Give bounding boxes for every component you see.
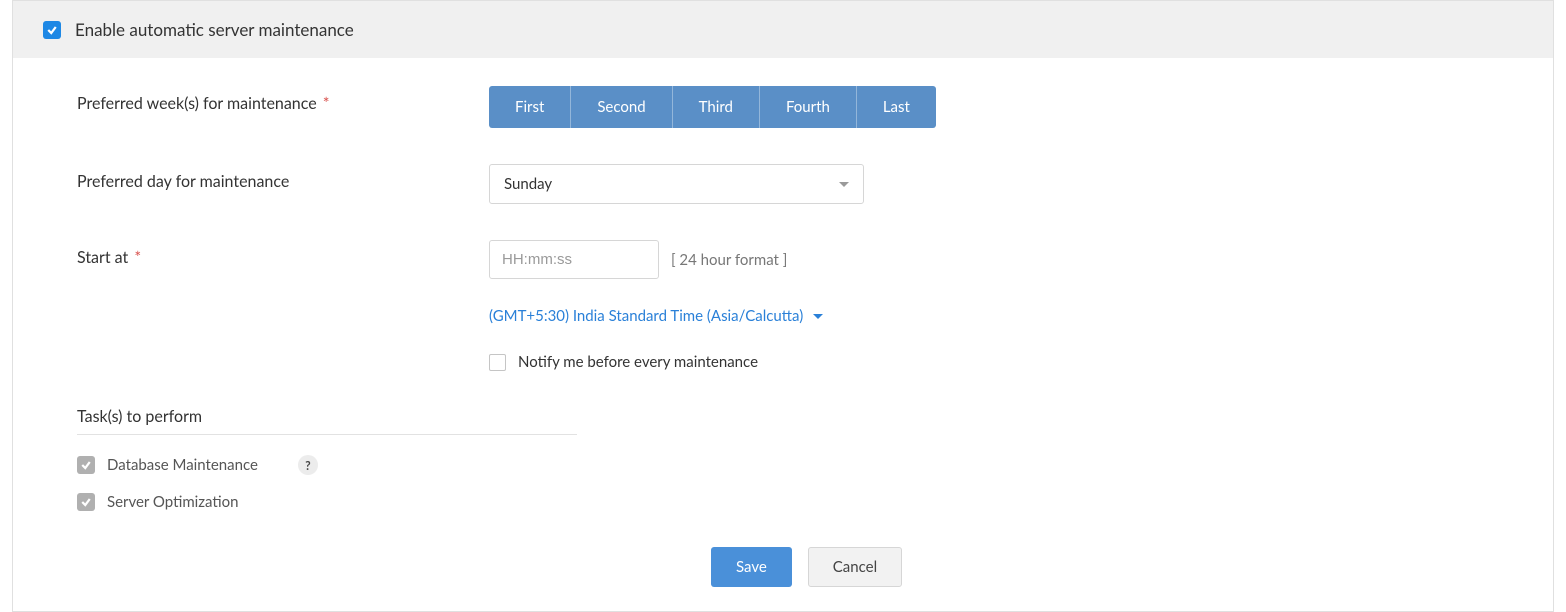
task-row: Database Maintenance ? — [77, 455, 1553, 475]
cancel-button[interactable]: Cancel — [808, 547, 902, 587]
enable-checkbox[interactable] — [43, 21, 61, 39]
check-icon — [46, 24, 58, 36]
chevron-down-icon — [839, 182, 849, 187]
week-second[interactable]: Second — [571, 86, 672, 128]
start-hint: [ 24 hour format ] — [671, 251, 787, 269]
save-button[interactable]: Save — [711, 547, 792, 587]
notify-checkbox[interactable] — [489, 354, 506, 371]
maintenance-panel: Enable automatic server maintenance Pref… — [12, 0, 1554, 612]
day-label: Preferred day for maintenance — [77, 164, 489, 191]
panel-header: Enable automatic server maintenance — [13, 1, 1553, 58]
task-checkbox-db[interactable] — [77, 456, 95, 474]
day-value: Sunday — [504, 175, 552, 193]
task-checkbox-opt[interactable] — [77, 493, 95, 511]
task-label: Database Maintenance — [107, 456, 258, 474]
required-mark: * — [130, 248, 141, 267]
start-label: Start at * — [77, 240, 489, 267]
day-select[interactable]: Sunday — [489, 164, 864, 204]
enable-label: Enable automatic server maintenance — [75, 19, 354, 40]
notify-label: Notify me before every maintenance — [518, 353, 758, 371]
required-mark: * — [319, 94, 330, 113]
weeks-label: Preferred week(s) for maintenance * — [77, 86, 489, 113]
task-label: Server Optimization — [107, 493, 239, 511]
weeks-button-group: First Second Third Fourth Last — [489, 86, 936, 128]
chevron-down-icon — [813, 314, 823, 319]
check-icon — [80, 496, 92, 508]
panel-body: Preferred week(s) for maintenance * Firs… — [13, 58, 1553, 611]
timezone-value: (GMT+5:30) India Standard Time (Asia/Cal… — [489, 307, 803, 325]
week-third[interactable]: Third — [673, 86, 760, 128]
week-first[interactable]: First — [489, 86, 571, 128]
week-fourth[interactable]: Fourth — [760, 86, 857, 128]
footer-actions: Save Cancel — [77, 547, 1553, 587]
timezone-select[interactable]: (GMT+5:30) India Standard Time (Asia/Cal… — [489, 307, 823, 325]
help-icon[interactable]: ? — [298, 455, 318, 475]
week-last[interactable]: Last — [857, 86, 936, 128]
check-icon — [80, 459, 92, 471]
tasks-section-title: Task(s) to perform — [77, 407, 577, 435]
task-row: Server Optimization — [77, 493, 1553, 511]
start-time-input[interactable] — [489, 240, 659, 279]
